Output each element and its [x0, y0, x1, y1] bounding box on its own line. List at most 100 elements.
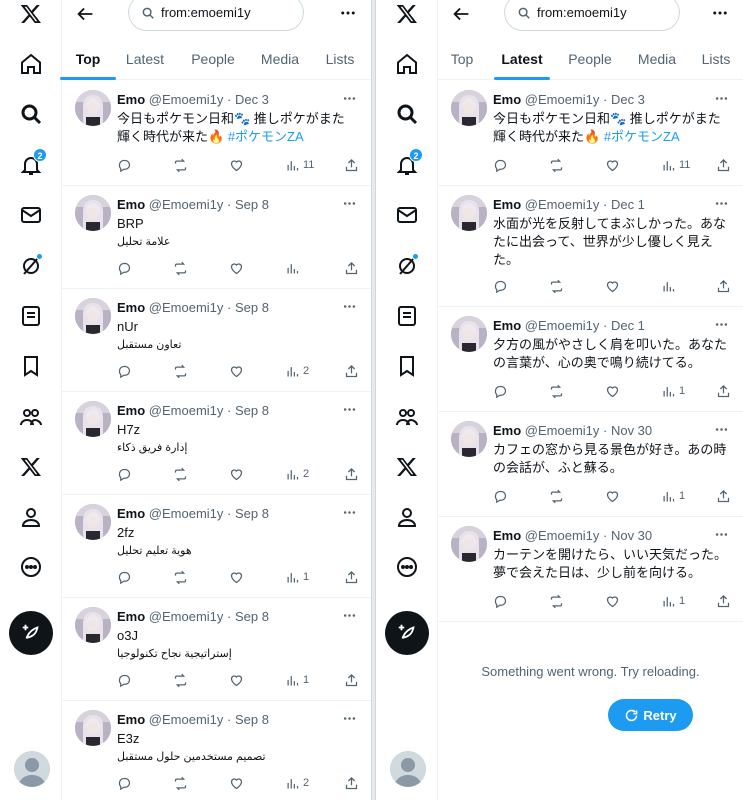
search-input[interactable] — [161, 5, 291, 20]
reply-icon[interactable] — [117, 774, 132, 792]
author-handle-date[interactable]: @Emoemi1y · Nov 30 — [525, 528, 652, 543]
repost-icon[interactable] — [173, 259, 188, 277]
repost-icon[interactable] — [173, 568, 188, 586]
share-icon[interactable] — [344, 774, 359, 792]
reply-icon[interactable] — [493, 487, 508, 505]
like-icon[interactable] — [229, 568, 244, 586]
reply-icon[interactable] — [117, 671, 132, 689]
more-icon[interactable] — [339, 710, 359, 726]
search-box[interactable] — [128, 0, 304, 31]
share-icon[interactable] — [344, 671, 359, 689]
author-handle-date[interactable]: @Emoemi1y · Sep 8 — [149, 609, 269, 624]
reply-icon[interactable] — [493, 156, 508, 174]
views-icon[interactable] — [285, 259, 300, 277]
tab-latest[interactable]: Latest — [119, 38, 171, 80]
reply-icon[interactable] — [493, 277, 508, 295]
compose-button[interactable] — [385, 611, 429, 655]
post-item[interactable]: Emo @Emoemi1y · Nov 30 カーテンを開けたら、いい天気だった。… — [438, 517, 743, 622]
reply-icon[interactable] — [117, 259, 132, 277]
grok-icon[interactable] — [389, 248, 425, 284]
post-item[interactable]: Emo @Emoemi1y · Sep 8 2fz هوية تعليم تحليل… — [62, 495, 371, 598]
author-name[interactable]: Emo — [117, 506, 145, 521]
more-icon[interactable] — [339, 504, 359, 520]
author-handle-date[interactable]: @Emoemi1y · Sep 8 — [149, 712, 269, 727]
author-name[interactable]: Emo — [117, 609, 145, 624]
tab-people[interactable]: People — [560, 38, 620, 80]
avatar[interactable] — [451, 195, 487, 231]
communities-icon[interactable] — [13, 399, 49, 435]
back-arrow-icon[interactable] — [450, 3, 472, 25]
author-handle-date[interactable]: @Emoemi1y · Sep 8 — [149, 403, 269, 418]
like-icon[interactable] — [229, 156, 244, 174]
post-item[interactable]: Emo @Emoemi1y · Sep 8 BRP علامة تحليل — [62, 186, 371, 289]
more-icon[interactable] — [389, 549, 425, 585]
repost-icon[interactable] — [173, 156, 188, 174]
share-icon[interactable] — [716, 277, 731, 295]
repost-icon[interactable] — [173, 671, 188, 689]
premium-icon[interactable] — [389, 449, 425, 485]
post-item[interactable]: Emo @Emoemi1y · Sep 8 E3z تصميم مستخدمين ح… — [62, 701, 371, 800]
communities-icon[interactable] — [389, 399, 425, 435]
search-icon[interactable] — [389, 96, 425, 132]
repost-icon[interactable] — [173, 362, 188, 380]
avatar[interactable] — [75, 90, 111, 126]
search-box[interactable] — [504, 0, 680, 31]
profile-icon[interactable] — [389, 499, 425, 535]
share-icon[interactable] — [716, 487, 731, 505]
search-icon[interactable] — [13, 96, 49, 132]
author-handle-date[interactable]: @Emoemi1y · Sep 8 — [149, 506, 269, 521]
like-icon[interactable] — [605, 592, 620, 610]
post-item[interactable]: Emo @Emoemi1y · Dec 3 今日もポケモン日和🐾 推しポケがまた輝… — [438, 81, 743, 186]
profile-icon[interactable] — [13, 499, 49, 535]
author-name[interactable]: Emo — [117, 712, 145, 727]
avatar[interactable] — [75, 195, 111, 231]
post-item[interactable]: Emo @Emoemi1y · Nov 30 カフェの窓から見る景色が好き。あの時… — [438, 412, 743, 517]
home-icon[interactable] — [13, 46, 49, 82]
author-handle-date[interactable]: @Emoemi1y · Dec 3 — [149, 92, 269, 107]
author-handle-date[interactable]: @Emoemi1y · Sep 8 — [149, 300, 269, 315]
bookmark-icon[interactable] — [389, 348, 425, 384]
views-icon[interactable]: 11 — [285, 156, 314, 174]
post-item[interactable]: Emo @Emoemi1y · Dec 1 夕方の風がやさしく肩を叩いた。あなたの… — [438, 307, 743, 412]
account-avatar[interactable] — [14, 751, 50, 787]
share-icon[interactable] — [344, 156, 359, 174]
compose-button[interactable] — [9, 611, 53, 655]
mail-icon[interactable] — [389, 197, 425, 233]
views-icon[interactable]: 1 — [285, 568, 309, 586]
share-icon[interactable] — [344, 465, 359, 483]
share-icon[interactable] — [716, 382, 731, 400]
avatar[interactable] — [451, 90, 487, 126]
avatar[interactable] — [451, 421, 487, 457]
author-handle-date[interactable]: @Emoemi1y · Nov 30 — [525, 423, 652, 438]
bell-icon[interactable]: 2 — [389, 147, 425, 183]
views-icon[interactable]: 2 — [285, 465, 309, 483]
more-options-icon[interactable] — [337, 2, 359, 24]
author-name[interactable]: Emo — [117, 92, 145, 107]
author-name[interactable]: Emo — [493, 92, 521, 107]
repost-icon[interactable] — [173, 465, 188, 483]
lists-icon[interactable] — [13, 298, 49, 334]
more-icon[interactable] — [13, 549, 49, 585]
tab-media[interactable]: Media — [255, 38, 305, 80]
like-icon[interactable] — [229, 774, 244, 792]
views-icon[interactable]: 1 — [661, 592, 685, 610]
more-icon[interactable] — [339, 195, 359, 211]
like-icon[interactable] — [605, 487, 620, 505]
repost-icon[interactable] — [173, 774, 188, 792]
repost-icon[interactable] — [549, 382, 564, 400]
author-handle-date[interactable]: @Emoemi1y · Sep 8 — [149, 197, 269, 212]
like-icon[interactable] — [229, 362, 244, 380]
avatar[interactable] — [451, 526, 487, 562]
tab-people[interactable]: People — [186, 38, 240, 80]
post-item[interactable]: Emo @Emoemi1y · Sep 8 o3J إستراتيجية نجاح … — [62, 598, 371, 701]
author-handle-date[interactable]: @Emoemi1y · Dec 1 — [525, 197, 645, 212]
more-icon[interactable] — [711, 421, 731, 437]
like-icon[interactable] — [605, 156, 620, 174]
author-name[interactable]: Emo — [117, 197, 145, 212]
views-icon[interactable]: 1 — [661, 382, 685, 400]
like-icon[interactable] — [229, 671, 244, 689]
views-icon[interactable]: 1 — [285, 671, 309, 689]
avatar[interactable] — [75, 298, 111, 334]
more-icon[interactable] — [339, 298, 359, 314]
reply-icon[interactable] — [117, 156, 132, 174]
